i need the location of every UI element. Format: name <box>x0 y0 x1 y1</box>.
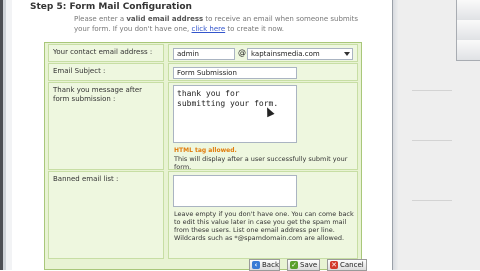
pane-shadow <box>393 0 399 270</box>
contact-email-label: Your contact email address : <box>48 44 164 62</box>
banned-email-label: Banned email list : <box>48 171 164 259</box>
email-subject-cell: Form Submission <box>168 63 358 81</box>
contact-email-cell: admin @ kaptainsmedia.com <box>168 44 358 62</box>
back-button-label: Back <box>262 261 279 269</box>
save-button-label: Save <box>300 261 318 269</box>
intro-text-part: to create it now. <box>225 25 285 33</box>
email-domain-select[interactable]: kaptainsmedia.com <box>247 48 353 60</box>
arrow-left-icon: ‹ <box>252 261 260 269</box>
banned-email-cell: Leave empty if you don't have one. You c… <box>168 171 358 259</box>
email-subject-label: Email Subject : <box>48 63 164 81</box>
back-button[interactable]: ‹ Back <box>249 259 280 271</box>
thankyou-message-label: Thank you message after form submission … <box>48 82 164 170</box>
cancel-button[interactable]: ✕ Cancel <box>327 259 367 271</box>
cancel-button-label: Cancel <box>340 261 364 269</box>
html-allowed-note: HTML tag allowed. <box>174 147 237 154</box>
pane-tab[interactable] <box>456 20 480 41</box>
chevron-down-icon <box>344 52 350 56</box>
divider <box>412 200 452 201</box>
divider <box>412 140 452 141</box>
at-symbol: @ <box>238 48 246 57</box>
divider <box>412 90 452 91</box>
banned-help-text: Leave empty if you don't have one. You c… <box>174 210 354 242</box>
thankyou-help-text: This will display after a user successfu… <box>174 155 348 171</box>
create-email-link[interactable]: click here <box>192 25 226 33</box>
pane-tab[interactable] <box>456 40 480 61</box>
thankyou-message-cell: thank you for submitting your form. HTML… <box>168 82 358 171</box>
email-domain-value: kaptainsmedia.com <box>251 50 320 58</box>
thankyou-message-textarea[interactable]: thank you for submitting your form. <box>173 85 297 143</box>
pane-tab[interactable] <box>456 0 480 21</box>
page-title: Step 5: Form Mail Configuration <box>30 2 192 12</box>
save-button[interactable]: ✓ Save <box>287 259 320 271</box>
intro-text-part: Please enter a <box>74 15 127 23</box>
intro-bold: valid email address <box>126 15 204 23</box>
intro-text: Please enter a valid email address to re… <box>74 14 374 34</box>
email-user-input[interactable]: admin <box>173 48 235 60</box>
email-subject-input[interactable]: Form Submission <box>173 67 297 79</box>
right-side-pane <box>392 0 480 270</box>
close-icon: ✕ <box>330 261 338 269</box>
checkmark-icon: ✓ <box>290 261 298 269</box>
banned-email-textarea[interactable] <box>173 175 297 207</box>
window-left-edge <box>0 0 12 270</box>
